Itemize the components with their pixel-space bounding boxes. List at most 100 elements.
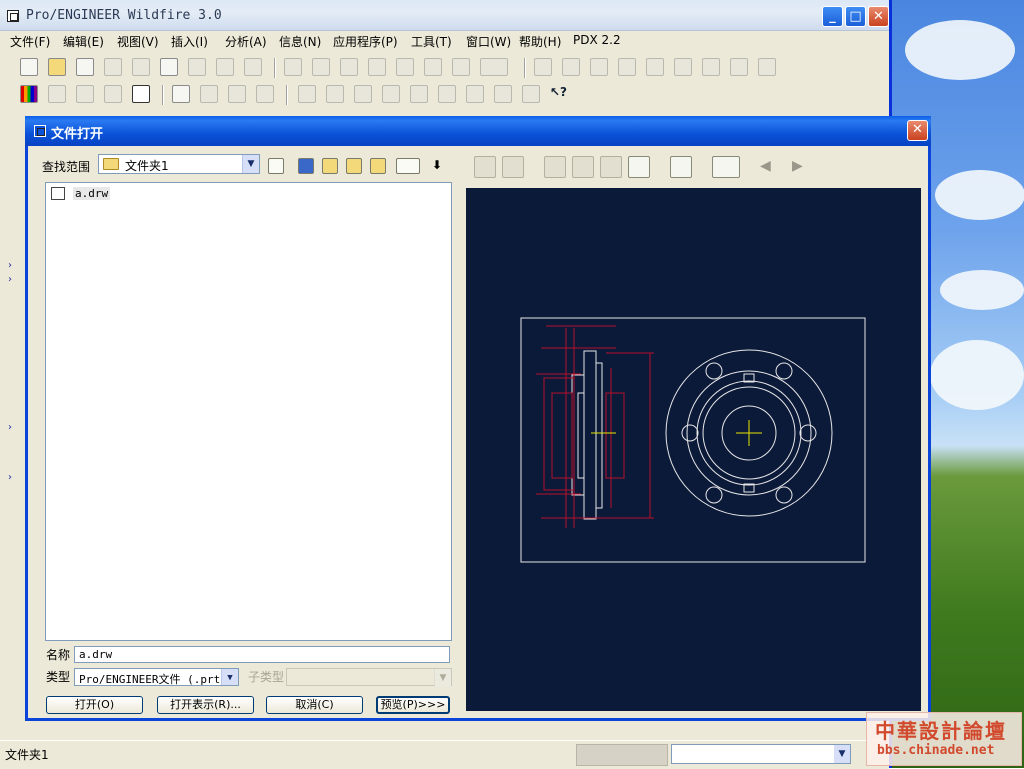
open-button[interactable]: 打开(O) bbox=[46, 696, 143, 714]
insert-symbol-icon[interactable] bbox=[354, 85, 372, 103]
preview-hidden-icon[interactable] bbox=[502, 156, 524, 178]
menu-applications[interactable]: 应用程序(P) bbox=[333, 33, 398, 50]
dimension-icon[interactable] bbox=[382, 85, 400, 103]
preview-refit-icon[interactable] bbox=[670, 156, 692, 178]
menu-info[interactable]: 信息(N) bbox=[279, 33, 321, 50]
layers-icon[interactable] bbox=[758, 58, 776, 76]
menu-analysis[interactable]: 分析(A) bbox=[225, 33, 267, 50]
favorites-folder-icon[interactable] bbox=[370, 158, 386, 174]
new-folder-icon[interactable] bbox=[346, 158, 362, 174]
chevron-right-icon[interactable]: › bbox=[8, 422, 12, 433]
look-in-combo[interactable]: 文件夹1 ▼ bbox=[98, 154, 260, 174]
chevron-right-icon[interactable]: › bbox=[8, 274, 12, 285]
regenerate-icon[interactable] bbox=[452, 58, 470, 76]
cut-icon[interactable] bbox=[340, 58, 358, 76]
save-icon[interactable] bbox=[104, 58, 122, 76]
dialog-title-bar[interactable]: 文件打开 ✕ bbox=[25, 116, 931, 146]
preview-shade-edges-icon[interactable] bbox=[600, 156, 622, 178]
menu-edit[interactable]: 编辑(E) bbox=[63, 33, 104, 50]
new-file-icon[interactable] bbox=[20, 58, 38, 76]
coord-systems-icon[interactable] bbox=[256, 85, 274, 103]
datum-axes-icon[interactable] bbox=[200, 85, 218, 103]
minimize-button[interactable]: _ bbox=[822, 6, 843, 27]
view-manager-icon[interactable] bbox=[522, 85, 540, 103]
chevron-down-icon[interactable]: ▼ bbox=[242, 155, 259, 173]
insert-table-icon[interactable] bbox=[298, 85, 316, 103]
open-rep-button[interactable]: 打开表示(R)... bbox=[157, 696, 254, 714]
menu-window[interactable]: 窗口(W) bbox=[466, 33, 511, 50]
paste-icon[interactable] bbox=[396, 58, 414, 76]
chevron-right-icon[interactable]: › bbox=[8, 472, 12, 483]
model-info-icon[interactable] bbox=[466, 85, 484, 103]
next-arrow-icon[interactable]: ▶ bbox=[792, 158, 803, 174]
maximize-button[interactable]: □ bbox=[845, 6, 866, 27]
working-dir-icon[interactable] bbox=[322, 158, 338, 174]
open-file-icon[interactable] bbox=[48, 58, 66, 76]
menu-view[interactable]: 视图(V) bbox=[117, 33, 159, 50]
print-icon[interactable] bbox=[188, 58, 206, 76]
select-working-dir-icon[interactable] bbox=[76, 58, 94, 76]
menu-tools[interactable]: 工具(T) bbox=[411, 33, 452, 50]
preview-wireframe-icon[interactable] bbox=[474, 156, 496, 178]
menu-insert[interactable]: 插入(I) bbox=[171, 33, 208, 50]
preview-shade-icon[interactable] bbox=[572, 156, 594, 178]
cancel-button[interactable]: 取消(C) bbox=[266, 696, 363, 714]
preview-nohidden-icon[interactable] bbox=[544, 156, 566, 178]
close-window-icon[interactable] bbox=[160, 58, 178, 76]
undo-icon[interactable] bbox=[284, 58, 302, 76]
desktop-icon[interactable] bbox=[298, 158, 314, 174]
dialog-title: 文件打开 bbox=[51, 127, 104, 142]
show-annotation-icon[interactable] bbox=[494, 85, 512, 103]
view-list-icon[interactable] bbox=[396, 158, 420, 174]
app-title: Pro/ENGINEER Wildfire 3.0 bbox=[26, 8, 222, 23]
repaint-icon[interactable] bbox=[534, 58, 552, 76]
tools-icon[interactable]: ⬇ bbox=[432, 158, 448, 174]
surface-finish-icon[interactable] bbox=[438, 85, 456, 103]
context-help-icon[interactable]: ↖? bbox=[550, 85, 568, 103]
shading-icon[interactable] bbox=[132, 85, 150, 103]
datum-planes-icon[interactable] bbox=[172, 85, 190, 103]
xsection-icon[interactable] bbox=[410, 85, 428, 103]
refit-icon[interactable] bbox=[674, 58, 692, 76]
reorient-icon[interactable] bbox=[702, 58, 720, 76]
previous-arrow-icon[interactable]: ◀ bbox=[760, 158, 771, 174]
saved-view-icon[interactable] bbox=[730, 58, 748, 76]
email-icon[interactable] bbox=[216, 58, 234, 76]
chevron-right-icon[interactable]: › bbox=[8, 260, 12, 271]
redo-icon[interactable] bbox=[312, 58, 330, 76]
menu-pdx[interactable]: PDX 2.2 bbox=[573, 33, 621, 47]
name-field[interactable]: a.drw bbox=[74, 646, 450, 663]
file-list[interactable]: a.drw bbox=[45, 182, 452, 641]
save-as-icon[interactable] bbox=[132, 58, 150, 76]
wireframe-icon[interactable] bbox=[48, 85, 66, 103]
email-link-icon[interactable] bbox=[244, 58, 262, 76]
insert-note-icon[interactable] bbox=[326, 85, 344, 103]
chevron-down-icon[interactable]: ▼ bbox=[221, 669, 238, 685]
up-folder-icon[interactable] bbox=[268, 158, 284, 174]
main-title-bar[interactable]: Pro/ENGINEER Wildfire 3.0 _ □ ✕ bbox=[0, 0, 889, 31]
selection-box-icon[interactable] bbox=[480, 58, 508, 76]
copy-icon[interactable] bbox=[368, 58, 386, 76]
paste-special-icon[interactable] bbox=[424, 58, 442, 76]
hidden-line-icon[interactable] bbox=[76, 85, 94, 103]
appearance-icon[interactable] bbox=[20, 85, 38, 103]
orient-mode-icon[interactable] bbox=[590, 58, 608, 76]
type-combo[interactable]: Pro/ENGINEER文件 (.prt, ▼ bbox=[74, 668, 239, 686]
selection-filter-combo[interactable]: ▼ bbox=[671, 744, 851, 764]
subtype-label: 子类型 bbox=[248, 670, 285, 684]
no-hidden-icon[interactable] bbox=[104, 85, 122, 103]
spin-center-icon[interactable] bbox=[562, 58, 580, 76]
datum-points-icon[interactable] bbox=[228, 85, 246, 103]
preview-shaded-icon[interactable] bbox=[628, 156, 650, 178]
zoom-out-icon[interactable] bbox=[646, 58, 664, 76]
preview-view-menu-icon[interactable] bbox=[712, 156, 740, 178]
app-icon bbox=[7, 10, 19, 22]
zoom-in-icon[interactable] bbox=[618, 58, 636, 76]
dialog-close-button[interactable]: ✕ bbox=[907, 120, 928, 141]
chevron-down-icon[interactable]: ▼ bbox=[834, 745, 850, 763]
preview-button[interactable]: 预览(P)>>> bbox=[376, 696, 450, 714]
preview-pane[interactable] bbox=[466, 188, 921, 711]
close-button[interactable]: ✕ bbox=[868, 6, 889, 27]
menu-file[interactable]: 文件(F) bbox=[10, 33, 50, 50]
menu-help[interactable]: 帮助(H) bbox=[519, 33, 561, 50]
